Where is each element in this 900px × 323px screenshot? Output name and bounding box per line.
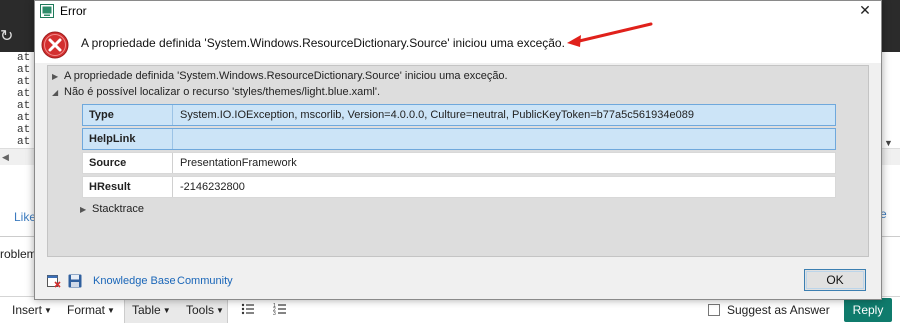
code-line: at xyxy=(17,76,31,88)
error-message: A propriedade definida 'System.Windows.R… xyxy=(81,36,565,50)
code-line: at xyxy=(17,124,31,136)
error-icon xyxy=(41,31,69,59)
tree-node-label: Não é possível localizar o recurso 'styl… xyxy=(64,86,381,98)
bullet-list-icon[interactable] xyxy=(241,302,255,316)
code-line: at xyxy=(17,112,31,124)
red-arrow-annotation xyxy=(567,22,653,47)
table-menu-inner: Table ▼ xyxy=(132,303,171,317)
numbered-list-icon[interactable]: 1 2 3 xyxy=(273,302,287,316)
format-label: Format xyxy=(67,303,106,317)
dialog-header: A propriedade definida 'System.Windows.R… xyxy=(35,21,881,63)
app-icon xyxy=(40,4,54,18)
save-icon[interactable] xyxy=(68,274,82,288)
caret-down-icon: ▼ xyxy=(216,306,224,315)
tools-menu-button[interactable]: Tools ▼ xyxy=(186,303,224,317)
refresh-icon[interactable]: ↻ xyxy=(0,28,14,46)
svg-text:3: 3 xyxy=(273,311,276,316)
property-key: HResult xyxy=(89,181,131,193)
column-divider xyxy=(172,177,173,197)
code-line: at xyxy=(17,52,31,64)
property-key: Type xyxy=(89,109,114,121)
stacktrace-node[interactable]: ▶ Stacktrace xyxy=(80,203,144,215)
knowledge-base-link[interactable]: Knowledge Base xyxy=(93,275,176,287)
property-value: PresentationFramework xyxy=(180,157,297,169)
tree-node-outer-exception[interactable]: ▶ A propriedade definida 'System.Windows.… xyxy=(52,70,508,82)
close-icon[interactable]: ✕ xyxy=(857,2,873,19)
property-value: System.IO.IOException, mscorlib, Version… xyxy=(180,109,694,121)
code-line: at xyxy=(17,64,31,76)
insert-label: Insert xyxy=(12,303,43,317)
exception-details-panel: ▶ A propriedade definida 'System.Windows.… xyxy=(47,65,869,257)
background-code-block: at at at at at at at at xyxy=(0,52,34,148)
property-row-type[interactable]: Type System.IO.IOException, mscorlib, Ve… xyxy=(82,104,836,126)
property-key: Source xyxy=(89,157,127,169)
column-divider xyxy=(172,105,173,125)
clear-log-icon[interactable] xyxy=(47,274,61,288)
collapse-triangle-icon[interactable]: ◢ xyxy=(52,88,64,97)
dialog-title: Error xyxy=(60,4,87,18)
dialog-footer: Knowledge Base Community OK xyxy=(35,263,881,299)
editor-text: roblem xyxy=(0,247,37,261)
exception-properties-table: Type System.IO.IOException, mscorlib, Ve… xyxy=(82,104,836,200)
expand-triangle-icon[interactable]: ▶ xyxy=(80,205,92,214)
property-row-helplink[interactable]: HelpLink xyxy=(82,128,836,150)
caret-down-icon: ▼ xyxy=(162,306,171,315)
tree-node-inner-exception[interactable]: ◢ Não é possível localizar o recurso 'sty… xyxy=(52,86,380,98)
format-menu-button[interactable]: Format ▼ xyxy=(67,303,115,317)
code-line: at xyxy=(17,136,31,148)
property-row-hresult[interactable]: HResult -2146232800 xyxy=(82,176,836,198)
suggest-answer-label: Suggest as Answer xyxy=(727,303,830,317)
tools-label: Tools xyxy=(186,303,215,317)
caret-down-icon: ▼ xyxy=(44,306,52,315)
caret-down-icon: ▼ xyxy=(107,306,115,315)
dialog-titlebar[interactable]: Error ✕ xyxy=(35,1,881,21)
error-dialog: Error ✕ A propriedade definida 'System.W… xyxy=(34,0,882,300)
property-value: -2146232800 xyxy=(180,181,245,193)
scroll-left-icon[interactable]: ◀ xyxy=(2,152,9,163)
code-line: at xyxy=(17,100,31,112)
table-label: Table xyxy=(132,303,161,317)
suggest-answer-checkbox[interactable] xyxy=(708,304,720,316)
column-divider xyxy=(172,129,173,149)
stacktrace-label: Stacktrace xyxy=(92,203,144,215)
expand-triangle-icon[interactable]: ▶ xyxy=(52,72,64,81)
ok-button[interactable]: OK xyxy=(804,269,866,291)
insert-menu-button[interactable]: Insert ▼ xyxy=(12,303,52,317)
like-link[interactable]: Like xyxy=(14,210,36,224)
editor-toolbar: Insert ▼ Format ▼ Table ▼ Tools ▼ 1 2 3 Sugg… xyxy=(0,296,900,323)
tree-node-label: A propriedade definida 'System.Windows.R… xyxy=(64,70,508,82)
property-row-source[interactable]: Source PresentationFramework xyxy=(82,152,836,174)
property-key: HelpLink xyxy=(89,133,136,145)
chevron-down-icon[interactable]: ▼ xyxy=(884,138,893,148)
reply-button[interactable]: Reply xyxy=(844,298,892,322)
column-divider xyxy=(172,153,173,173)
code-line: at xyxy=(17,88,31,100)
community-link[interactable]: Community xyxy=(177,275,233,287)
